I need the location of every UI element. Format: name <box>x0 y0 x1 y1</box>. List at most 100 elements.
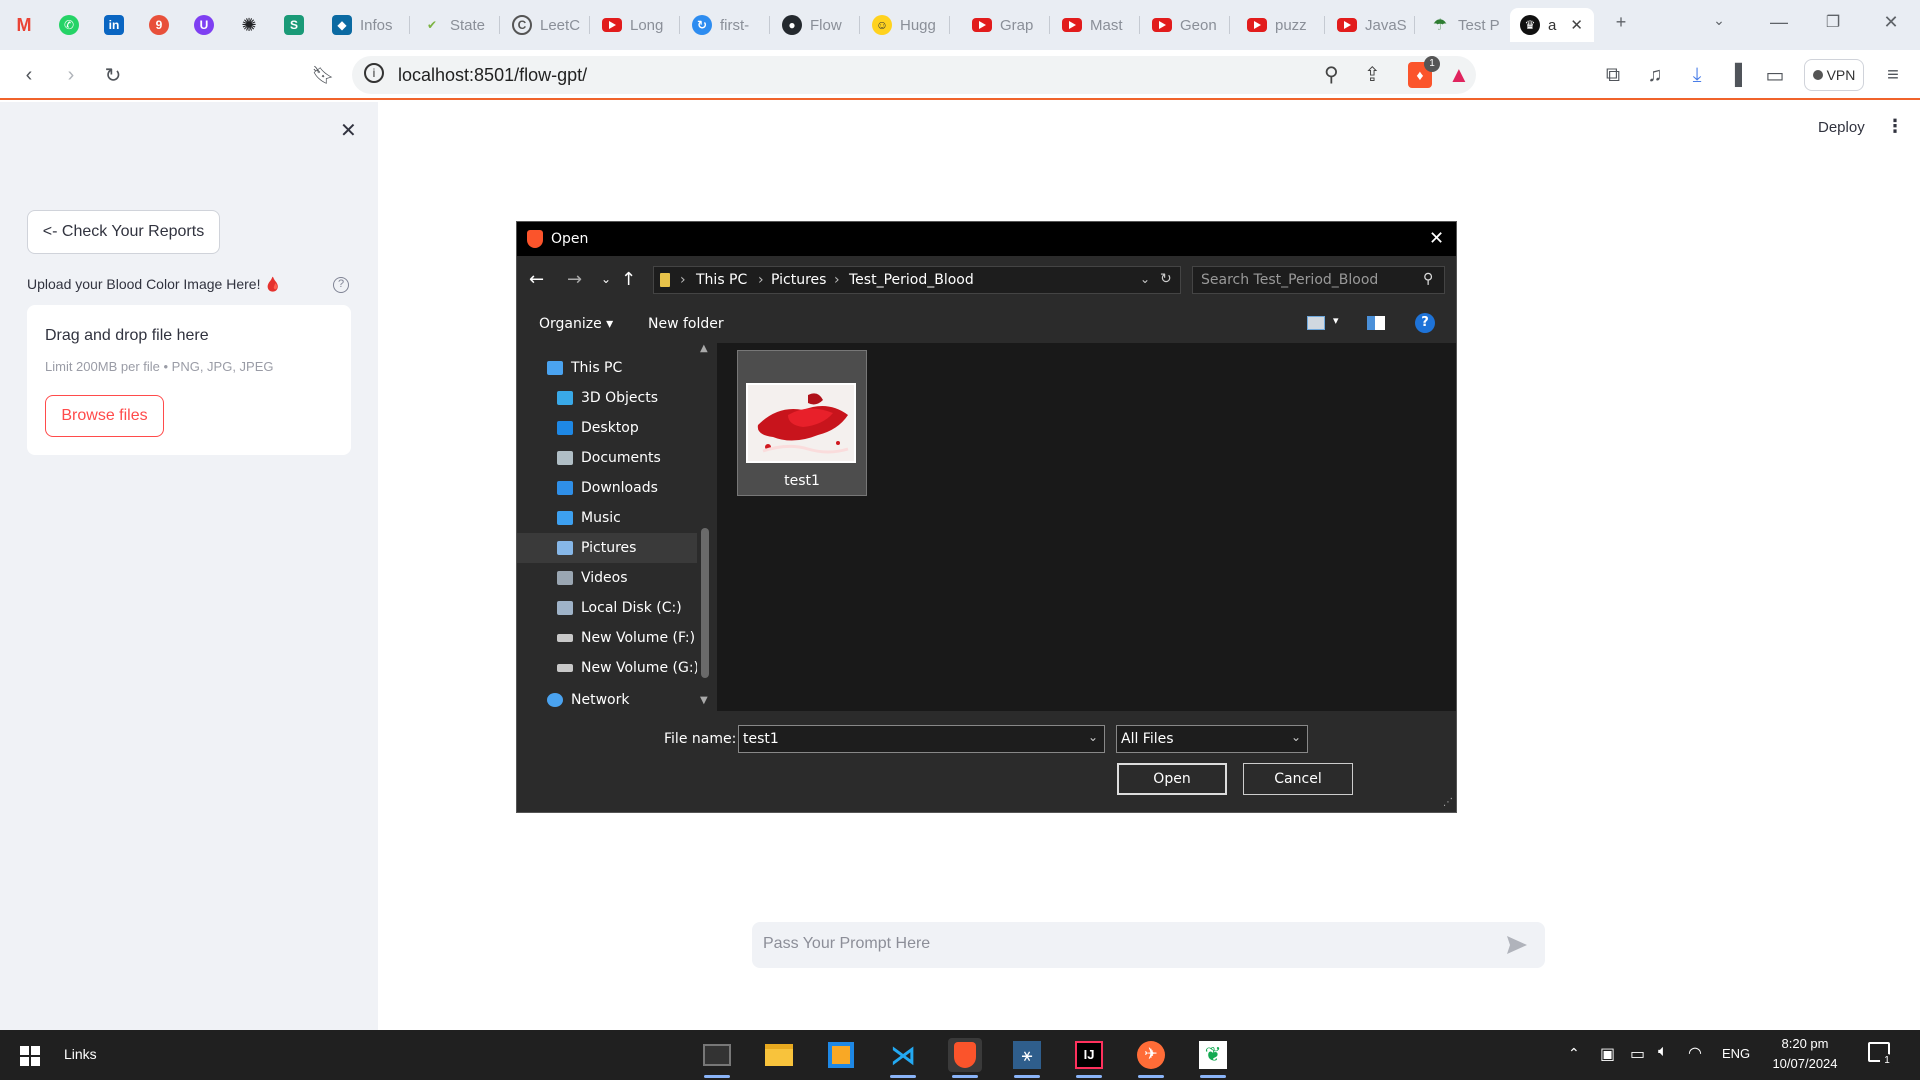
site-info-icon[interactable]: i <box>364 63 384 83</box>
tab-youtube-mast[interactable]: Mast <box>1052 8 1140 42</box>
file-uploader-dropzone[interactable]: Drag and drop file here Limit 200MB per … <box>27 305 351 455</box>
browse-files-button[interactable]: Browse files <box>45 395 164 437</box>
brave-rewards-icon[interactable]: ▲ <box>1448 62 1470 88</box>
prompt-input[interactable]: Pass Your Prompt Here <box>763 935 930 953</box>
tab-leetcode[interactable]: C LeetC <box>502 8 590 42</box>
nav-documents[interactable]: Documents <box>517 443 697 473</box>
address-bar[interactable]: i localhost:8501/flow-gpt/ ⚲ ⇪ ♦ 1 ▲ <box>352 56 1476 94</box>
path-dropdown-icon[interactable]: ⌄ <box>1140 272 1150 286</box>
nav-scrollbar[interactable]: ▲ ▼ <box>697 343 713 711</box>
language-indicator[interactable]: ENG <box>1722 1046 1750 1061</box>
downloads-icon[interactable]: ⤓ <box>1684 62 1710 88</box>
tab-youtube-geon[interactable]: Geon <box>1142 8 1230 42</box>
tab-huggingface[interactable]: ☺ Hugg <box>862 8 950 42</box>
nav-volume-f[interactable]: New Volume (F:) <box>517 623 697 653</box>
bookmark-icon[interactable]: 🔖︎ <box>310 62 336 88</box>
help-icon[interactable]: ? <box>333 277 349 293</box>
taskbar-vscode[interactable]: ⋊ <box>886 1038 920 1078</box>
organize-button[interactable]: Organize ▾ <box>539 316 613 332</box>
pinned-tab-nine[interactable]: 9 <box>139 8 179 42</box>
nav-videos[interactable]: Videos <box>517 563 697 593</box>
meet-now-icon[interactable]: ▣ <box>1600 1044 1615 1064</box>
minimize-button[interactable]: — <box>1764 12 1794 33</box>
deploy-button[interactable]: Deploy <box>1818 119 1865 136</box>
pinned-tab-whatsapp[interactable]: ✆ <box>49 8 89 42</box>
restore-button[interactable]: ❐ <box>1818 12 1848 32</box>
file-name-input[interactable]: test1 ⌄ <box>738 725 1105 753</box>
change-view-icon[interactable] <box>1307 316 1325 330</box>
show-hidden-icons[interactable]: ⌃ <box>1568 1045 1580 1062</box>
reload-button[interactable]: ↻ <box>100 62 126 88</box>
send-icon[interactable] <box>1507 936 1527 954</box>
taskbar-mongodb[interactable]: ❦ <box>1196 1038 1230 1078</box>
nav-desktop[interactable]: Desktop <box>517 413 697 443</box>
tab-state[interactable]: ✔ State <box>412 8 500 42</box>
zoom-icon[interactable]: ⚲ <box>1324 62 1339 87</box>
pinned-tab-s[interactable]: S <box>274 8 314 42</box>
share-icon[interactable]: ⇪ <box>1364 62 1381 87</box>
tab-youtube-long[interactable]: Long <box>592 8 680 42</box>
taskbar-file-explorer[interactable] <box>762 1038 796 1072</box>
address-breadcrumb[interactable]: › This PC › Pictures › Test_Period_Blood… <box>653 266 1181 294</box>
taskbar-postman[interactable]: ✈ <box>1134 1038 1168 1078</box>
back-button[interactable]: ‹ <box>16 62 42 88</box>
file-type-select[interactable]: All Files ⌄ <box>1116 725 1308 753</box>
nav-back-icon[interactable]: ← <box>529 269 544 290</box>
nav-this-pc[interactable]: This PC <box>517 353 697 383</box>
taskbar-terminal[interactable] <box>700 1038 734 1078</box>
vpn-button[interactable]: VPN <box>1804 59 1864 91</box>
sidebar-toggle-icon[interactable]: ▐ <box>1722 62 1748 88</box>
help-icon[interactable]: ? <box>1415 313 1435 333</box>
nav-local-disk[interactable]: Local Disk (C:) <box>517 593 697 623</box>
file-type-dropdown-icon[interactable]: ⌄ <box>1291 730 1301 744</box>
menu-icon[interactable]: ≡ <box>1880 62 1906 88</box>
tab-github-flow[interactable]: ● Flow <box>772 8 860 42</box>
new-folder-button[interactable]: New folder <box>648 316 724 332</box>
pinned-tab-openai[interactable]: ✺ <box>229 8 269 42</box>
file-item-test1[interactable]: test1 <box>737 350 867 496</box>
media-icon[interactable]: ♫ <box>1642 62 1668 88</box>
tab-youtube-puzz[interactable]: puzz <box>1237 8 1325 42</box>
tab-infosys[interactable]: ◆ Infos <box>322 8 410 42</box>
tab-active-app[interactable]: ♛ a ✕ <box>1510 8 1594 42</box>
nav-forward-icon[interactable]: → <box>567 269 582 290</box>
refresh-icon[interactable]: ↻ <box>1160 271 1172 287</box>
wallet-icon[interactable]: ▭ <box>1762 62 1788 88</box>
tab-youtube-java[interactable]: JavaS <box>1327 8 1415 42</box>
main-menu-icon[interactable]: ⋮ <box>1886 116 1904 137</box>
nav-up-icon[interactable]: ↑ <box>621 269 636 290</box>
taskbar-brave[interactable] <box>948 1038 982 1078</box>
tab-first[interactable]: ↻ first- <box>682 8 770 42</box>
tab-search-icon[interactable]: ⌄ <box>1704 12 1734 29</box>
volume-icon[interactable]: 🔈︎ <box>1658 1043 1668 1061</box>
nav-pictures[interactable]: Pictures <box>517 533 697 563</box>
windows-start-icon[interactable] <box>20 1046 40 1066</box>
breadcrumb-this-pc[interactable]: This PC <box>696 272 747 288</box>
search-box[interactable]: Search Test_Period_Blood ⚲ <box>1192 266 1445 294</box>
open-button[interactable]: Open <box>1117 763 1227 795</box>
scroll-up-icon[interactable]: ▲ <box>700 343 708 354</box>
nav-music[interactable]: Music <box>517 503 697 533</box>
nav-3d-objects[interactable]: 3D Objects <box>517 383 697 413</box>
tab-youtube-graph[interactable]: Grap <box>962 8 1050 42</box>
resize-grip-icon[interactable]: ⋰ <box>1443 797 1453 808</box>
search-input[interactable]: Search Test_Period_Blood <box>1201 272 1378 288</box>
tab-test[interactable]: ☂ Test P <box>1420 8 1508 42</box>
file-name-dropdown-icon[interactable]: ⌄ <box>1088 730 1098 744</box>
pinned-tab-gmail[interactable]: M <box>4 8 44 42</box>
prompt-input-container[interactable]: Pass Your Prompt Here <box>752 922 1545 968</box>
pinned-tab-u[interactable]: U <box>184 8 224 42</box>
nav-volume-g[interactable]: New Volume (G:) <box>517 653 699 683</box>
scroll-down-icon[interactable]: ▼ <box>700 695 708 706</box>
clock-time[interactable]: 8:20 pm <box>1770 1036 1840 1051</box>
nav-downloads[interactable]: Downloads <box>517 473 697 503</box>
forward-button[interactable]: › <box>58 62 84 88</box>
check-reports-button[interactable]: <- Check Your Reports <box>27 210 220 254</box>
extensions-icon[interactable]: ⧉ <box>1600 62 1626 88</box>
close-sidebar-icon[interactable]: ✕ <box>340 118 357 143</box>
pinned-tab-linkedin[interactable]: in <box>94 8 134 42</box>
close-tab-icon[interactable]: ✕ <box>1570 16 1583 34</box>
wifi-icon[interactable]: ◠ <box>1688 1043 1702 1063</box>
nav-network[interactable]: Network <box>517 685 697 711</box>
breadcrumb-folder[interactable]: Test_Period_Blood <box>849 272 974 288</box>
